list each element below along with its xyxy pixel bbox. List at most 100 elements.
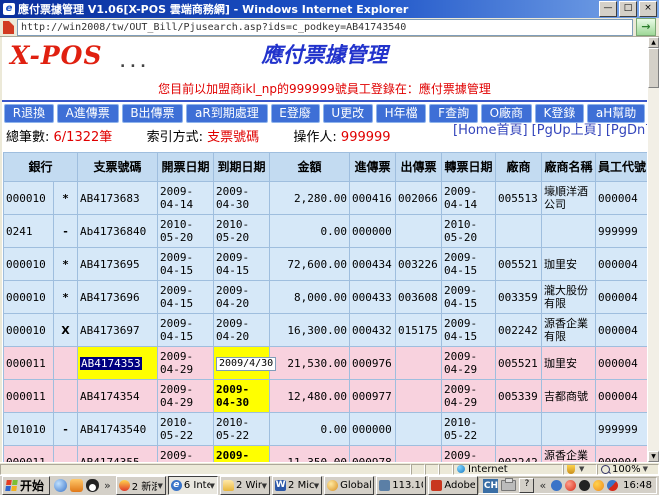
vendor-code[interactable]: 005521 — [496, 248, 542, 281]
vertical-scrollbar[interactable]: ▲ ▼ — [648, 37, 659, 462]
transfer-date[interactable]: 2010-05-22 — [442, 413, 496, 446]
in-voucher[interactable]: 000416 — [350, 182, 396, 215]
bank-code[interactable]: 000010 — [4, 281, 54, 314]
tray-collapse-icon[interactable]: « — [539, 479, 546, 492]
employee-code[interactable]: 000004 — [596, 182, 647, 215]
bank-code[interactable]: 000011 — [4, 380, 54, 413]
due-date[interactable]: 2009-04-20 — [214, 281, 270, 314]
status-flag[interactable]: * — [54, 182, 78, 215]
status-flag[interactable]: * — [54, 281, 78, 314]
toolbar-button[interactable]: B出傳票 — [122, 104, 184, 123]
check-number[interactable]: Ab41736840 — [78, 215, 158, 248]
issue-date[interactable]: 2009-04-15 — [158, 314, 214, 347]
toolbar-button[interactable]: R退換 — [4, 104, 54, 123]
table-row[interactable]: 000011AB41743552009-04-292009-04-3011,35… — [4, 446, 648, 463]
vendor-name[interactable]: 源香企業有限 — [542, 446, 596, 463]
status-flag[interactable] — [54, 446, 78, 463]
amount[interactable]: 12,480.00 — [270, 380, 350, 413]
help-tray-button[interactable]: ? — [519, 478, 534, 493]
status-flag[interactable] — [54, 380, 78, 413]
issue-date[interactable]: 2009-04-29 — [158, 380, 214, 413]
employee-code[interactable]: 000004 — [596, 347, 647, 380]
amount[interactable]: 8,000.00 — [270, 281, 350, 314]
table-row[interactable]: 000011AB41743542009-04-292009-04-3012,48… — [4, 380, 648, 413]
amount[interactable]: 21,530.00 — [270, 347, 350, 380]
vendor-name[interactable]: 源香企業有限 — [542, 314, 596, 347]
tray-icon-2[interactable] — [565, 480, 576, 491]
go-button[interactable]: → — [636, 18, 656, 36]
printer-icon[interactable] — [501, 480, 516, 491]
employee-code[interactable]: 000004 — [596, 446, 647, 463]
tray-icon-1[interactable] — [551, 480, 562, 491]
issue-date[interactable]: 2010-05-22 — [158, 413, 214, 446]
vendor-name[interactable]: 珈里安 — [542, 347, 596, 380]
transfer-date[interactable]: 2009-04-29 — [442, 380, 496, 413]
transfer-date[interactable]: 2009-04-15 — [442, 281, 496, 314]
due-date[interactable]: 2009-04-30 — [214, 380, 270, 413]
taskbar-button[interactable]: 2 新浪UC▼ — [116, 476, 166, 495]
vendor-name[interactable]: 壕順洋酒公司 — [542, 182, 596, 215]
maximize-button[interactable]: □ — [619, 1, 637, 17]
chevron-overflow-icon[interactable]: » — [104, 479, 111, 492]
due-date[interactable]: 2009-04-15 — [214, 248, 270, 281]
scroll-up-arrow[interactable]: ▲ — [648, 37, 659, 48]
employee-code[interactable]: 000004 — [596, 314, 647, 347]
table-row[interactable]: 000010*AB41736832009-04-142009-04-302,28… — [4, 182, 648, 215]
employee-code[interactable]: 000004 — [596, 380, 647, 413]
status-flag[interactable]: * — [54, 248, 78, 281]
toolbar-button[interactable]: F查詢 — [429, 104, 477, 123]
quick-launch-icon-1[interactable] — [54, 479, 67, 492]
table-row[interactable]: 000010*AB41736962009-04-152009-04-208,00… — [4, 281, 648, 314]
status-flag[interactable]: X — [54, 314, 78, 347]
issue-date[interactable]: 2009-04-29 — [158, 347, 214, 380]
taskbar-button[interactable]: 2 Wind...▼ — [220, 476, 270, 495]
tray-icon-3[interactable] — [579, 480, 590, 491]
due-date[interactable]: 2009-04-20 — [214, 314, 270, 347]
quick-launch-icon-2[interactable] — [70, 479, 83, 492]
out-voucher[interactable] — [396, 413, 442, 446]
check-number[interactable]: AB4173697 — [78, 314, 158, 347]
bank-code[interactable]: 000010 — [4, 248, 54, 281]
vendor-name[interactable]: 珈里安 — [542, 248, 596, 281]
tray-icon-4[interactable] — [593, 480, 604, 491]
amount[interactable]: 72,600.00 — [270, 248, 350, 281]
table-row[interactable]: 000010XAB41736972009-04-152009-04-2016,3… — [4, 314, 648, 347]
table-row[interactable]: 000011AB41743532009-04-292009/4/3021,530… — [4, 347, 648, 380]
employee-code[interactable]: 000004 — [596, 281, 647, 314]
check-number[interactable]: AB4173695 — [78, 248, 158, 281]
vendor-code[interactable]: 002242 — [496, 446, 542, 463]
in-voucher[interactable]: 000978 — [350, 446, 396, 463]
due-date-input[interactable]: 2009/4/30 — [216, 357, 276, 371]
vendor-name[interactable]: 瀧大股份有限 — [542, 281, 596, 314]
due-date[interactable]: 2009-04-30 — [214, 182, 270, 215]
toolbar-button[interactable]: aH幫助 — [587, 104, 645, 123]
nav-link[interactable]: [PgDn下頁] — [606, 123, 647, 138]
toolbar-button[interactable]: H年檔 — [376, 104, 427, 123]
out-voucher[interactable]: 003608 — [396, 281, 442, 314]
vendor-name[interactable] — [542, 413, 596, 446]
zoom-control[interactable]: 100% ▼ — [597, 464, 659, 475]
transfer-date[interactable]: 2009-04-29 — [442, 446, 496, 463]
bank-code[interactable]: 101010 — [4, 413, 54, 446]
taskbar-button[interactable]: e6 Inte...▼ — [168, 476, 218, 495]
language-indicator[interactable]: CH — [483, 479, 498, 493]
vendor-code[interactable]: 005513 — [496, 182, 542, 215]
toolbar-button[interactable]: O廠商 — [481, 104, 532, 123]
table-row[interactable]: 0241-Ab417368402010-05-202010-05-200.000… — [4, 215, 648, 248]
out-voucher[interactable] — [396, 446, 442, 463]
issue-date[interactable]: 2010-05-20 — [158, 215, 214, 248]
protected-mode-pane[interactable]: ▼ — [563, 464, 597, 475]
check-number[interactable]: AB41743540 — [78, 413, 158, 446]
close-button[interactable]: × — [639, 1, 657, 17]
amount[interactable]: 0.00 — [270, 413, 350, 446]
taskbar-button[interactable]: 113.10... — [376, 476, 426, 495]
start-button[interactable]: 开始 — [2, 476, 50, 495]
out-voucher[interactable]: 002066 — [396, 182, 442, 215]
status-flag[interactable]: - — [54, 413, 78, 446]
in-voucher[interactable]: 000000 — [350, 215, 396, 248]
in-voucher[interactable]: 000432 — [350, 314, 396, 347]
issue-date[interactable]: 2009-04-14 — [158, 182, 214, 215]
transfer-date[interactable]: 2010-05-20 — [442, 215, 496, 248]
bank-code[interactable]: 000011 — [4, 347, 54, 380]
in-voucher[interactable]: 000976 — [350, 347, 396, 380]
